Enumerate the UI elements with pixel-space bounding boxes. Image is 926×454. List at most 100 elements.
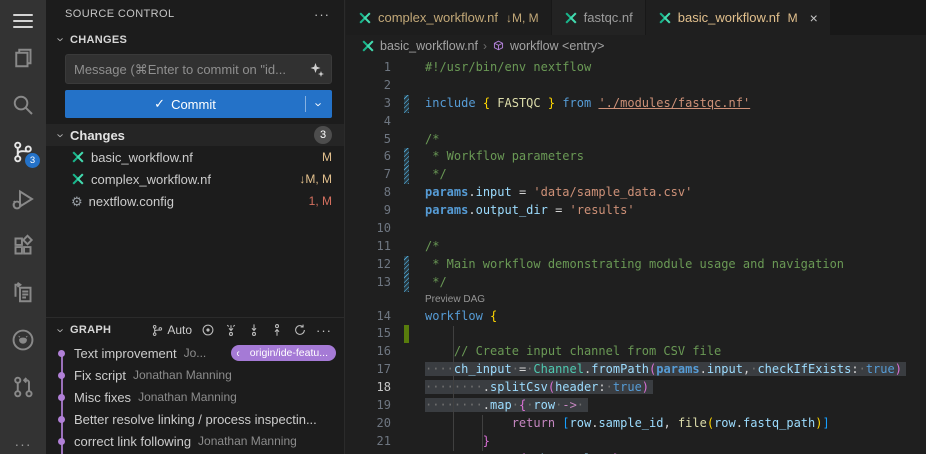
editor-group: complex_workflow.nf↓M, Mfastqc.nfbasic_w… bbox=[346, 0, 926, 454]
commit-message-input[interactable] bbox=[66, 62, 331, 77]
file-name: basic_workflow.nf bbox=[91, 150, 193, 165]
gutter-spacer bbox=[404, 202, 409, 220]
file-row-nextflow.config[interactable]: ⚙nextflow.config1, M bbox=[46, 190, 344, 212]
tab-title: basic_workflow.nf bbox=[678, 10, 780, 25]
vscode-window: 3 ··· SOURCE CONTROL ··· › CHANGES bbox=[0, 0, 926, 454]
commit-row[interactable]: Text improvementJo...origin/ide-featu... bbox=[46, 342, 344, 364]
tab-complex_workflow.nf[interactable]: complex_workflow.nf↓M, M bbox=[346, 0, 551, 35]
chevron-down-icon: › bbox=[54, 325, 69, 335]
code-line: 11/* bbox=[346, 238, 926, 256]
code-text: } bbox=[425, 433, 490, 451]
run-debug-icon[interactable] bbox=[0, 175, 46, 222]
repo-auto-picker[interactable]: Auto bbox=[151, 323, 192, 337]
cloud-icon bbox=[236, 348, 247, 359]
gutter-spacer bbox=[404, 397, 409, 415]
target-icon[interactable] bbox=[201, 323, 215, 337]
extensions-icon[interactable] bbox=[0, 222, 46, 269]
line-number: 14 bbox=[346, 308, 391, 326]
commit-row[interactable]: Fix scriptJonathan Manning bbox=[46, 364, 344, 386]
file-row-complex_workflow.nf[interactable]: complex_workflow.nf ↓M, M bbox=[46, 168, 344, 190]
code-text: */ bbox=[425, 274, 447, 292]
code-line: 16 // Create input channel from CSV file bbox=[346, 343, 926, 361]
code-line: 21 } bbox=[346, 433, 926, 451]
commit-row[interactable]: correct link followingJonathan Manning bbox=[46, 430, 344, 452]
code-line: 6 * Workflow parameters bbox=[346, 148, 926, 166]
commit-message: correct link following bbox=[74, 434, 191, 449]
tab-fastqc.nf[interactable]: fastqc.nf bbox=[552, 0, 645, 35]
push-icon[interactable] bbox=[270, 323, 284, 337]
commit-button[interactable]: ✓ Commit › bbox=[65, 90, 332, 118]
selection-highlight: ····ch_input·=·Channel.fromPath(params.i… bbox=[425, 362, 906, 376]
codelens-preview-dag[interactable]: Preview DAG bbox=[346, 292, 926, 308]
refresh-icon[interactable] bbox=[293, 323, 307, 337]
menu-icon[interactable] bbox=[13, 8, 33, 34]
gutter-spacer bbox=[404, 59, 409, 77]
line-number: 12 bbox=[346, 256, 391, 274]
close-icon[interactable]: × bbox=[810, 10, 818, 26]
commit-author: Jo... bbox=[184, 346, 227, 360]
changes-group-row[interactable]: › Changes 3 bbox=[46, 124, 344, 146]
code-line: 7 */ bbox=[346, 166, 926, 184]
activity-more-icon[interactable]: ··· bbox=[0, 436, 46, 452]
file-row-basic_workflow.nf[interactable]: basic_workflow.nf M bbox=[46, 146, 344, 168]
line-number: 19 bbox=[346, 397, 391, 415]
graph-section-label: GRAPH bbox=[70, 324, 111, 336]
line-number: 16 bbox=[346, 343, 391, 361]
github-icon[interactable] bbox=[0, 316, 46, 363]
breadcrumb: basic_workflow.nf › workflow <entry> bbox=[346, 35, 926, 57]
sidebar-title: SOURCE CONTROL bbox=[65, 8, 175, 20]
code-text: #!/usr/bin/env nextflow bbox=[425, 59, 591, 77]
code-line: 15 bbox=[346, 325, 926, 343]
commit-row[interactable]: Misc fixes Jonathan Manning bbox=[46, 386, 344, 408]
commit-dot-icon bbox=[58, 394, 65, 401]
chevron-down-icon: › bbox=[54, 130, 69, 140]
sparkle-icon[interactable] bbox=[309, 62, 325, 78]
commit-message: Misc fixes bbox=[74, 390, 131, 405]
line-number: 5 bbox=[346, 131, 391, 149]
commit-graph-list: Text improvementJo...origin/ide-featu...… bbox=[46, 342, 344, 452]
line-number: 11 bbox=[346, 238, 391, 256]
file-name: complex_workflow.nf bbox=[91, 172, 211, 187]
gutter-spacer bbox=[404, 113, 409, 131]
document-sync-icon[interactable] bbox=[0, 269, 46, 316]
breadcrumb-file[interactable]: basic_workflow.nf bbox=[380, 39, 478, 53]
tab-basic_workflow.nf[interactable]: basic_workflow.nfM× bbox=[646, 0, 830, 35]
code-line: 10 bbox=[346, 220, 926, 238]
graph-section-header[interactable]: › GRAPH Auto ··· bbox=[46, 318, 344, 342]
gutter-spacer bbox=[404, 361, 409, 379]
explorer-icon[interactable] bbox=[0, 34, 46, 81]
line-number: 13 bbox=[346, 274, 391, 292]
commit-message: Text improvement bbox=[74, 346, 177, 361]
commit-button-label: Commit bbox=[171, 97, 216, 112]
line-number: 18 bbox=[346, 379, 391, 397]
graph-more-icon[interactable]: ··· bbox=[316, 323, 332, 338]
pull-requests-icon[interactable] bbox=[0, 363, 46, 410]
commit-row[interactable]: Better resolve linking / process inspect… bbox=[46, 408, 344, 430]
line-number: 15 bbox=[346, 325, 391, 343]
chevron-down-icon: › bbox=[54, 35, 69, 45]
search-icon[interactable] bbox=[0, 81, 46, 128]
branch-icon bbox=[151, 324, 164, 337]
code-text: * Main workflow demonstrating module usa… bbox=[425, 256, 844, 274]
commit-author: Jonathan Manning bbox=[138, 390, 336, 404]
git-decoration: ↓M, M bbox=[299, 172, 332, 186]
gutter-mod-marker bbox=[404, 274, 409, 292]
git-decoration: M bbox=[322, 150, 332, 164]
nextflow-icon bbox=[361, 39, 375, 53]
code-editor[interactable]: 1#!/usr/bin/env nextflow23include { FAST… bbox=[346, 57, 926, 454]
code-text: * Workflow parameters bbox=[425, 148, 584, 166]
code-line: 17····ch_input·=·Channel.fromPath(params… bbox=[346, 361, 926, 379]
commit-dot-icon bbox=[58, 416, 65, 423]
changes-section-header[interactable]: › CHANGES bbox=[46, 28, 344, 51]
code-text: return [row.sample_id, file(row.fastq_pa… bbox=[425, 415, 830, 433]
sidebar-more-icon[interactable]: ··· bbox=[314, 7, 330, 22]
source-control-icon[interactable]: 3 bbox=[0, 128, 46, 175]
scm-badge: 3 bbox=[25, 153, 40, 168]
pull-icon[interactable] bbox=[247, 323, 261, 337]
commit-dropdown-button[interactable]: › bbox=[306, 97, 332, 112]
fetch-icon[interactable] bbox=[224, 323, 238, 337]
gutter-spacer bbox=[404, 77, 409, 95]
gutter-spacer bbox=[404, 220, 409, 238]
breadcrumb-symbol[interactable]: workflow <entry> bbox=[510, 39, 604, 53]
nextflow-icon bbox=[564, 11, 578, 25]
